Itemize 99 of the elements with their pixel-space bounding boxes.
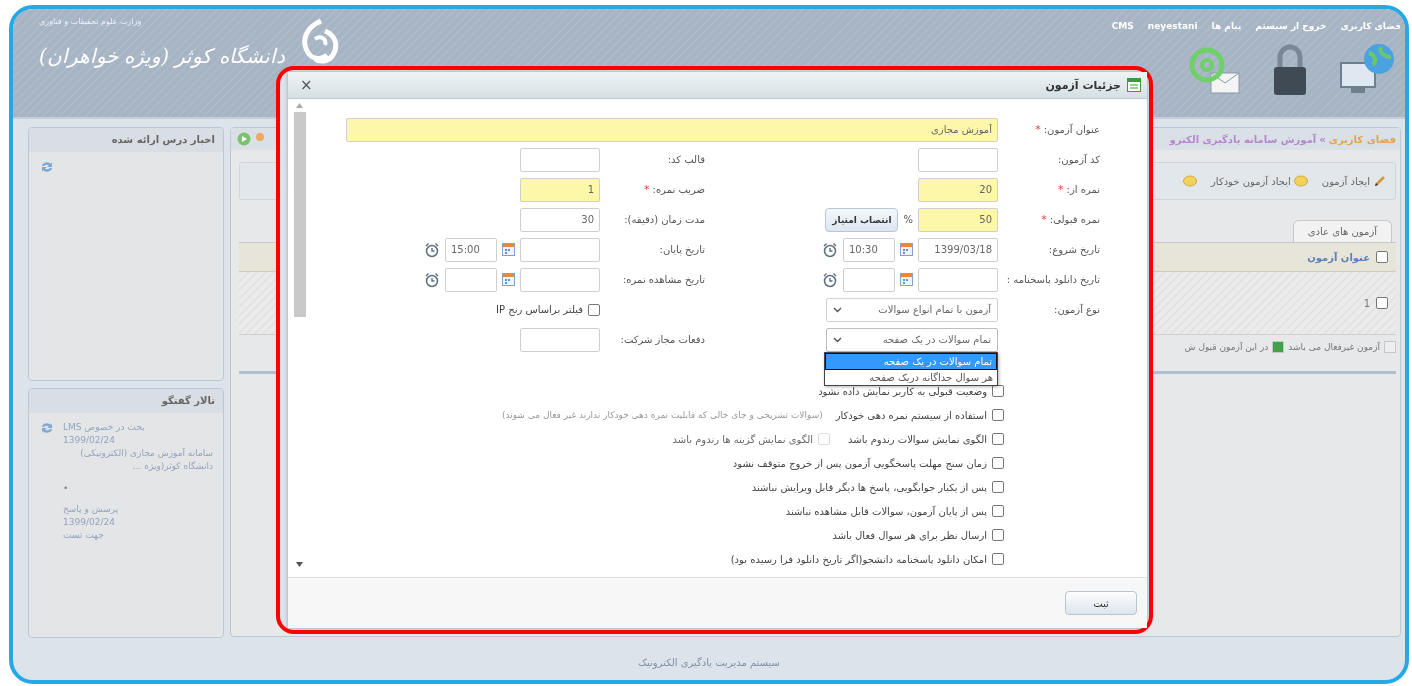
time-field[interactable]: 15:00 <box>445 237 497 262</box>
field-label: نمره از: * <box>1057 183 1100 196</box>
checkbox[interactable] <box>992 505 1004 517</box>
checkbox[interactable] <box>992 433 1004 445</box>
score-field[interactable]: 50 <box>918 207 998 232</box>
alarm-clock-icon[interactable] <box>822 241 838 258</box>
dropdown[interactable]: آزمون با تمام انواع سوالات <box>826 297 998 322</box>
forum-excerpt: جهت تست <box>63 529 104 542</box>
refresh-icon[interactable] <box>39 160 55 174</box>
checkbox[interactable] <box>992 529 1004 541</box>
field-label: تاریخ مشاهده نمره: <box>621 274 705 285</box>
field-label: دفعات مجاز شرکت: <box>619 334 705 345</box>
pencil-icon <box>1373 174 1387 188</box>
checkbox[interactable] <box>992 385 1004 397</box>
hint-text: (سوالات تشریحی و جای خالی که قابلیت نمره دهی خودکار ندارند غیر فعال می شوند) <box>501 410 823 420</box>
calendar-icon[interactable] <box>900 273 913 286</box>
forum-excerpt: سامانه آموزش مجازی (الکترونیکی) دانشگاه کوثر(ویژه ... <box>79 447 213 473</box>
tab[interactable]: آزمون های عادی <box>1292 220 1392 242</box>
text-field[interactable]: 20 <box>918 177 998 202</box>
date-field[interactable] <box>520 237 600 262</box>
checkbox-label: وضعیت قبولی به کاربر نمایش داده نشود <box>818 385 987 397</box>
bullet: • <box>63 483 69 493</box>
checkbox-label: امکان دانلود پاسخنامه دانشجو(اگر تاریخ دانلود فرا رسیده بود) <box>730 553 987 565</box>
checkbox[interactable] <box>992 481 1004 493</box>
dropdown-option[interactable]: تمام سوالات در یک صفحه <box>825 352 997 370</box>
dropdown[interactable]: تمام سوالات در یک صفحه <box>826 327 998 352</box>
calendar-icon[interactable] <box>900 243 913 256</box>
toolbar-button[interactable]: ایجاد آزمون <box>1321 174 1387 188</box>
time-field[interactable] <box>843 267 895 292</box>
text-field[interactable] <box>918 147 998 172</box>
alarm-clock-icon[interactable] <box>424 241 440 258</box>
padlock-icon[interactable] <box>1271 43 1309 97</box>
checkbox-label: پس از یکبار جوابگویی، پاسخ ها دیگر قابل ویرایش نباشند <box>751 481 987 493</box>
calendar-icon[interactable] <box>502 273 515 286</box>
checkbox[interactable] <box>992 457 1004 469</box>
text-field[interactable] <box>520 327 600 352</box>
refresh-icon[interactable] <box>39 421 55 435</box>
time-field[interactable]: 10:30 <box>843 237 895 262</box>
checkbox[interactable] <box>1376 297 1388 309</box>
table-cell: 1 <box>1363 297 1370 309</box>
close-button[interactable]: × <box>300 76 313 94</box>
checkbox-label: زمان سنج مهلت پاسخگویی آزمون پس از خروج متوقف نشود <box>732 457 987 469</box>
field-label: کد آزمون: <box>1056 154 1100 165</box>
lozenge-icon <box>1183 175 1198 187</box>
footer-text: سیستم مدیریت یادگیری الکترونیک <box>638 656 780 668</box>
panel-title: تالار گفتگو <box>29 389 223 413</box>
checkbox-label: الگوی نمایش گزینه ها رندوم باشد <box>672 433 813 445</box>
field-label: تاریخ دانلود پاسخنامه : <box>1005 274 1100 285</box>
checkbox[interactable] <box>992 409 1004 421</box>
checkbox-label: ارسال نظر برای هر سوال فعال باشد <box>832 529 987 541</box>
field-label: ضریب نمره: * <box>643 183 705 196</box>
field-label: نوع آزمون: <box>1053 304 1100 315</box>
field-label: تاریخ شروع: <box>1047 244 1100 255</box>
alarm-clock-icon[interactable] <box>822 271 838 288</box>
university-name: دانشگاه کوثر (ویژه خواهران) <box>39 44 285 68</box>
chevron-down-icon <box>833 306 842 313</box>
ministry-name: وزارت علوم تحقیقات و فناوری <box>39 17 142 26</box>
forum-date: 1399/02/24 <box>63 434 115 447</box>
legend-label: آزمون غیرفعال می باشد <box>1288 342 1380 352</box>
date-field[interactable] <box>918 267 998 292</box>
dialog-title: جزئیات آزمون <box>1045 78 1121 92</box>
panel-title: اخبار درس ارائه شده <box>29 128 223 152</box>
legend-label: در این آزمون قبول ش <box>1184 342 1269 352</box>
percent-sign: % <box>903 214 913 225</box>
bullet-icon <box>255 132 265 142</box>
date-field[interactable] <box>520 267 600 292</box>
assign-score-button[interactable]: انتصاب امتیاز <box>825 207 899 232</box>
checkbox-label: الگوی نمایش سوالات رندوم باشد <box>848 433 987 445</box>
scroll-up-icon[interactable] <box>296 103 303 108</box>
form-icon <box>1127 78 1141 92</box>
text-field[interactable]: 30 <box>520 207 600 232</box>
breadcrumb: فضای کاربری » آموزش سامانه یادگیری الکترو <box>1169 133 1396 145</box>
text-field[interactable] <box>520 147 600 172</box>
checkbox[interactable] <box>588 303 600 316</box>
calendar-icon[interactable] <box>502 243 515 256</box>
email-icon[interactable] <box>1187 45 1243 97</box>
submit-button[interactable]: ثبت <box>1065 591 1137 615</box>
lozenge-icon <box>1293 175 1308 187</box>
checkbox-label: پس از پایان آزمون، سوالات قابل مشاهده نباشند <box>785 505 987 517</box>
chevron-down-icon <box>833 336 842 343</box>
field-label: نمره قبولی: * <box>1040 213 1100 226</box>
checkbox-label: فیلتر براساس رنج IP <box>496 304 583 315</box>
field-label: عنوان آزمون: * <box>1034 123 1100 136</box>
field-label: قالب کد: <box>666 154 705 165</box>
checkbox[interactable] <box>1376 251 1388 263</box>
title-field[interactable]: آموزش مجازی <box>346 117 998 142</box>
checkbox-label: استفاده از سیستم نمره دهی خودکار <box>835 409 987 421</box>
toolbar-button[interactable]: ایجاد آزمون خودکار <box>1211 175 1308 187</box>
checkbox[interactable] <box>992 553 1004 565</box>
field-label: تاریخ پایان: <box>658 244 705 255</box>
scroll-down-icon[interactable] <box>296 562 303 567</box>
text-field[interactable]: 1 <box>520 177 600 202</box>
alarm-clock-icon[interactable] <box>424 271 440 288</box>
time-field[interactable] <box>445 267 497 292</box>
forum-date: 1399/02/24 <box>63 516 115 529</box>
column-header[interactable]: عنوان آزمون <box>1307 251 1370 263</box>
field-label: مدت زمان (دقیقه): <box>623 214 705 225</box>
play-icon[interactable] <box>237 132 251 146</box>
date-field[interactable]: 1399/03/18 <box>918 237 998 262</box>
